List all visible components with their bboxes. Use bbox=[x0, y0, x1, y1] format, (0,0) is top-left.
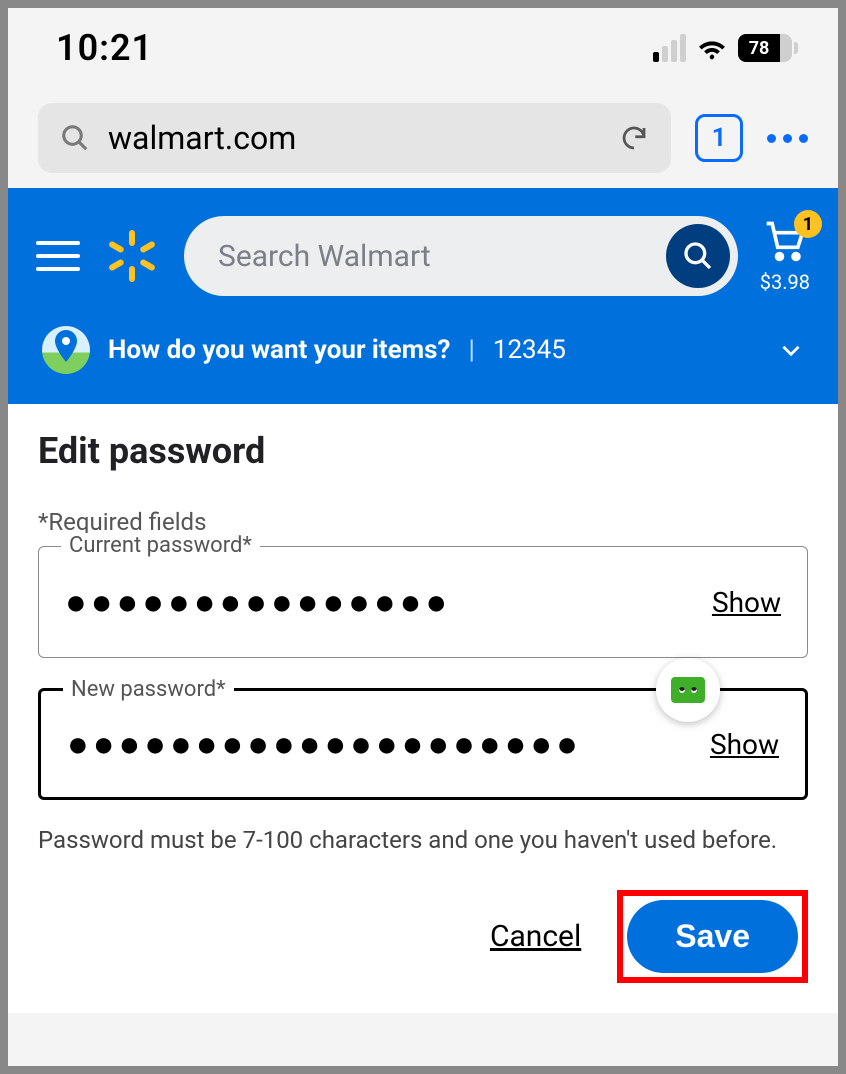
tab-count: 1 bbox=[712, 123, 727, 153]
address-bar[interactable]: walmart.com bbox=[38, 103, 671, 173]
cart-count-badge: 1 bbox=[794, 210, 822, 238]
wifi-icon bbox=[696, 30, 728, 66]
status-right: 78 bbox=[653, 30, 798, 66]
required-note: *Required fields bbox=[38, 508, 808, 536]
password-hint: Password must be 7-100 characters and on… bbox=[38, 826, 808, 854]
page-content: Edit password *Required fields Current p… bbox=[8, 404, 838, 1013]
address-url: walmart.com bbox=[108, 119, 601, 157]
current-password-label: Current password* bbox=[61, 533, 260, 558]
search-icon bbox=[682, 240, 714, 272]
current-password-field[interactable]: Current password* ●●●●●●●●●●●●●●● Show bbox=[38, 546, 808, 658]
walmart-logo-icon[interactable] bbox=[102, 226, 162, 286]
new-password-field-wrap: New password* ●●●●●●●●●●●●●●●●●●●● Show bbox=[38, 688, 808, 800]
battery-level: 78 bbox=[738, 34, 780, 62]
site-header: Search Walmart 1 $3.98 How do you want y… bbox=[8, 188, 838, 404]
search-input[interactable]: Search Walmart bbox=[184, 216, 738, 296]
current-password-field-wrap: Current password* ●●●●●●●●●●●●●●● Show bbox=[38, 546, 808, 658]
search-icon bbox=[60, 123, 90, 153]
current-password-value: ●●●●●●●●●●●●●●● bbox=[65, 581, 712, 623]
cart-total: $3.98 bbox=[760, 270, 810, 294]
cart-icon: 1 bbox=[760, 218, 810, 266]
chevron-down-icon bbox=[778, 337, 804, 363]
search-placeholder: Search Walmart bbox=[218, 239, 431, 274]
cancel-button[interactable]: Cancel bbox=[490, 919, 581, 954]
battery-icon: 78 bbox=[738, 34, 798, 62]
fulfillment-separator: | bbox=[468, 335, 474, 365]
menu-icon[interactable] bbox=[36, 234, 80, 278]
cellular-signal-icon bbox=[653, 34, 686, 62]
tabs-button[interactable]: 1 bbox=[695, 114, 743, 162]
new-password-show-toggle[interactable]: Show bbox=[710, 728, 779, 761]
new-password-value: ●●●●●●●●●●●●●●●●●●●● bbox=[67, 723, 710, 765]
search-button[interactable] bbox=[666, 224, 730, 288]
fulfillment-prompt: How do you want your items? bbox=[108, 335, 450, 365]
save-button-highlight: Save bbox=[617, 890, 808, 983]
status-bar: 10:21 78 bbox=[8, 8, 838, 88]
device-frame: 10:21 78 walmart.com 1 bbox=[8, 8, 838, 1066]
location-pin-icon bbox=[42, 326, 90, 374]
browser-toolbar: walmart.com 1 bbox=[8, 88, 838, 188]
cart-button[interactable]: 1 $3.98 bbox=[760, 218, 810, 294]
fulfillment-bar[interactable]: How do you want your items? | 12345 bbox=[36, 296, 810, 404]
status-time: 10:21 bbox=[56, 27, 153, 69]
more-menu-icon[interactable] bbox=[767, 134, 808, 143]
form-actions: Cancel Save bbox=[38, 890, 808, 983]
fulfillment-location: 12345 bbox=[493, 335, 566, 365]
page-title: Edit password bbox=[38, 430, 808, 472]
current-password-show-toggle[interactable]: Show bbox=[712, 586, 781, 619]
password-manager-icon[interactable] bbox=[656, 658, 720, 722]
new-password-label: New password* bbox=[63, 677, 234, 702]
reload-icon[interactable] bbox=[619, 123, 649, 153]
save-button[interactable]: Save bbox=[627, 900, 798, 973]
